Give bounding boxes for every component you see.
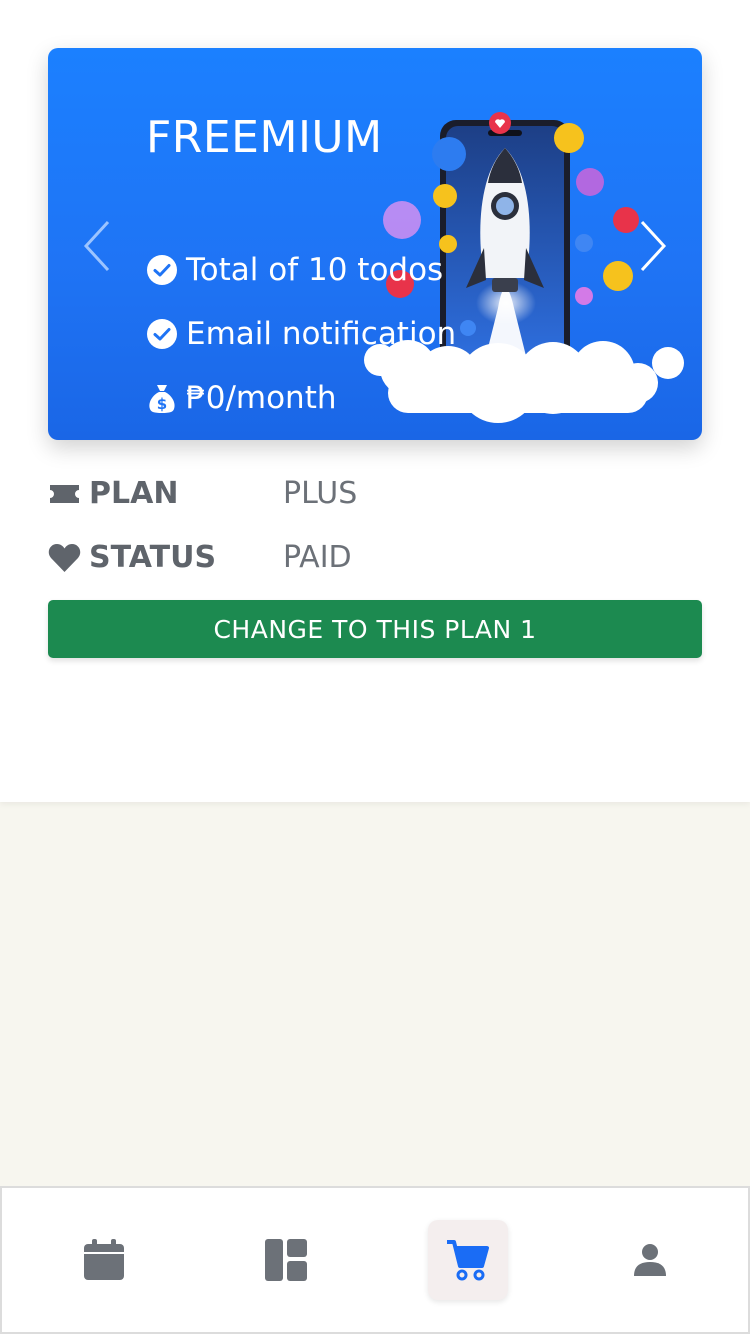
nav-dashboard[interactable] xyxy=(246,1220,326,1300)
plan-label-text: PLAN xyxy=(89,476,179,511)
dashboard-icon xyxy=(265,1239,307,1281)
feature-todos: Total of 10 todos xyxy=(146,252,443,288)
money-bag-icon: $ xyxy=(146,382,178,414)
status-value: PAID xyxy=(283,540,352,575)
calendar-icon xyxy=(84,1239,124,1280)
check-circle-icon xyxy=(146,318,178,350)
change-plan-button[interactable]: CHANGE TO THIS PLAN 1 xyxy=(48,600,702,658)
carousel-next-button[interactable] xyxy=(636,218,670,274)
feature-text: Total of 10 todos xyxy=(186,252,444,288)
status-row: STATUS PAID xyxy=(48,540,352,575)
svg-text:$: $ xyxy=(157,395,167,413)
nav-calendar[interactable] xyxy=(64,1220,144,1300)
plan-row: PLAN PLUS xyxy=(48,476,357,511)
nav-profile[interactable] xyxy=(610,1220,690,1300)
status-label: STATUS xyxy=(48,540,283,575)
feature-text: ₱0/month xyxy=(186,380,337,416)
carousel-prev-button[interactable] xyxy=(80,218,114,274)
ticket-icon xyxy=(48,483,81,505)
feature-text: Email notification xyxy=(186,316,457,352)
feature-price: $ ₱0/month xyxy=(146,380,337,416)
feature-email: Email notification xyxy=(146,316,456,352)
plan-title: FREEMIUM xyxy=(146,112,383,163)
plan-value: PLUS xyxy=(283,476,358,511)
chevron-left-icon xyxy=(83,220,110,272)
user-icon xyxy=(634,1244,666,1276)
plan-carousel[interactable]: FREEMIUM Total of 10 todos Email notific… xyxy=(48,48,702,440)
heart-icon xyxy=(48,543,81,573)
status-label-text: STATUS xyxy=(89,540,217,575)
cart-icon xyxy=(447,1240,489,1281)
bottom-nav xyxy=(0,1186,750,1334)
nav-cart[interactable] xyxy=(428,1220,508,1300)
plan-label: PLAN xyxy=(48,476,283,511)
top-panel: FREEMIUM Total of 10 todos Email notific… xyxy=(0,0,750,802)
check-circle-icon xyxy=(146,254,178,286)
chevron-right-icon xyxy=(640,220,667,272)
slide-content: FREEMIUM Total of 10 todos Email notific… xyxy=(146,110,456,416)
